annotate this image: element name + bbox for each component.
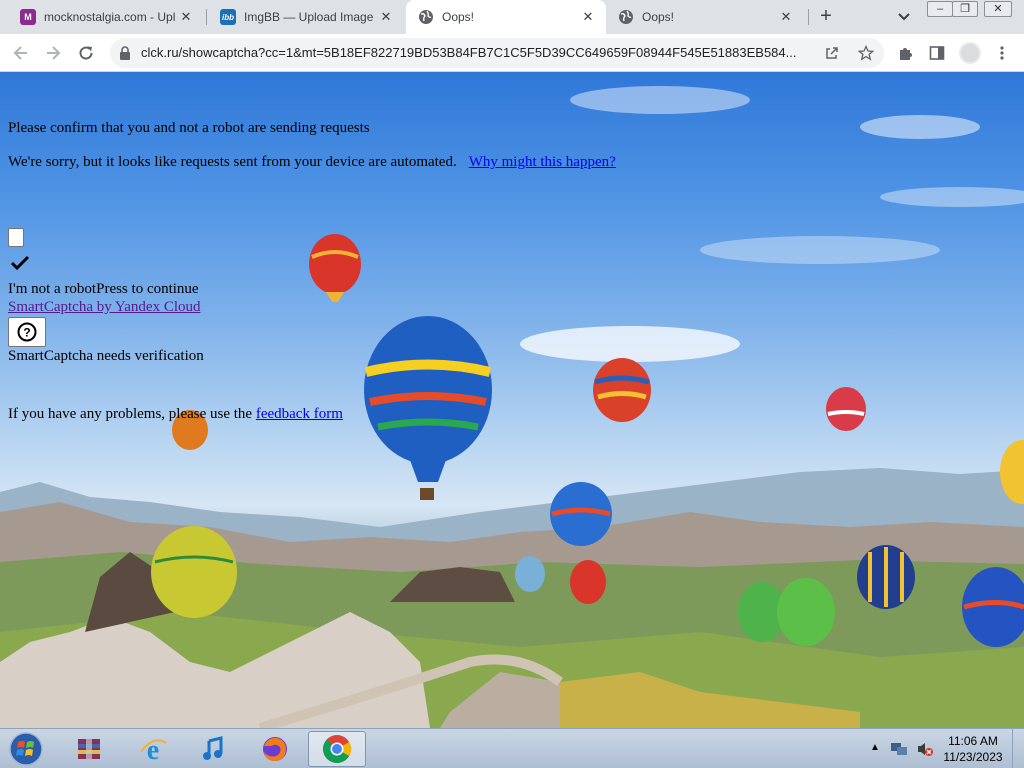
profile-avatar[interactable] — [959, 42, 981, 64]
smartcaptcha-yandex-link[interactable]: SmartCaptcha by Yandex Cloud — [8, 299, 201, 316]
windows-taskbar: e ▲ 11:06 AM 11/23/2023 — [0, 728, 1024, 768]
tab-separator — [206, 9, 207, 25]
svg-text:e: e — [147, 735, 159, 763]
tab-strip: M mocknostalgia.com - Upl ✕ ibb ImgBB — … — [0, 0, 1024, 34]
not-robot-checkbox[interactable] — [8, 228, 24, 247]
restore-icon[interactable]: ❐ — [952, 1, 978, 17]
extensions-puzzle-icon[interactable] — [893, 40, 919, 66]
minimize-icon[interactable]: ‒ — [927, 1, 953, 17]
winrar-icon[interactable] — [60, 731, 118, 767]
reload-icon[interactable] — [73, 40, 99, 66]
balloon — [309, 234, 361, 302]
clock-date: 11/23/2023 — [943, 750, 1003, 764]
clock-time: 11:06 AM — [948, 734, 998, 748]
network-icon[interactable] — [890, 741, 908, 757]
robot-label: I'm not a robotPress to continue — [8, 281, 199, 297]
tab-search-icon[interactable] — [894, 8, 914, 26]
feedback-form-link[interactable]: feedback form — [256, 406, 343, 422]
share-icon[interactable] — [822, 43, 842, 63]
address-bar[interactable]: clck.ru/showcaptcha?cc=1&mt=5B18EF822719… — [110, 38, 884, 68]
sorry-text: We're sorry, but it looks like requests … — [8, 154, 457, 170]
svg-text:?: ? — [23, 326, 30, 340]
tab-title: Oops! — [442, 10, 475, 24]
tab-separator — [808, 9, 809, 25]
firefox-icon[interactable] — [246, 731, 304, 767]
url-text[interactable]: clck.ru/showcaptcha?cc=1&mt=5B18EF822719… — [141, 45, 813, 60]
tab-close-icon[interactable]: ✕ — [378, 9, 394, 25]
globe-icon — [418, 9, 434, 25]
start-button[interactable] — [6, 731, 46, 767]
forward-icon[interactable] — [40, 40, 66, 66]
tab-close-icon[interactable]: ✕ — [580, 9, 596, 25]
tab-title: ImgBB — Upload Image — [244, 10, 374, 24]
tab-title: mocknostalgia.com - Upl — [44, 10, 176, 24]
lock-icon[interactable] — [119, 46, 131, 65]
tab-mocknostalgia[interactable]: M mocknostalgia.com - Upl ✕ — [8, 0, 204, 34]
tab-title: Oops! — [642, 10, 675, 24]
tab-oops-active[interactable]: Oops! ✕ — [406, 0, 606, 34]
problems-message: If you have any problems, please use the… — [8, 406, 343, 423]
problems-text: If you have any problems, please use the — [8, 406, 256, 422]
chrome-icon[interactable] — [308, 731, 366, 767]
new-tab-button[interactable]: + — [814, 6, 838, 28]
sorry-message: We're sorry, but it looks like requests … — [8, 154, 616, 171]
show-desktop-button[interactable] — [1012, 729, 1024, 768]
itunes-icon[interactable] — [184, 731, 242, 767]
tab-close-icon[interactable]: ✕ — [178, 9, 194, 25]
verification-text: SmartCaptcha needs verification — [8, 348, 204, 364]
confirm-heading: Please confirm that you and not a robot … — [8, 120, 370, 136]
help-button[interactable]: ? — [8, 317, 46, 347]
globe-icon — [618, 9, 634, 25]
volume-muted-icon[interactable] — [916, 741, 934, 757]
mocknostalgia-m-icon: M — [20, 9, 36, 25]
menu-kebab-icon[interactable] — [989, 40, 1015, 66]
back-icon[interactable] — [8, 40, 34, 66]
page-viewport: Please confirm that you and not a robot … — [0, 72, 1024, 728]
browser-toolbar: clck.ru/showcaptcha?cc=1&mt=5B18EF822719… — [0, 34, 1024, 72]
tab-oops[interactable]: Oops! ✕ — [606, 0, 804, 34]
internet-explorer-icon[interactable]: e — [124, 731, 182, 767]
tab-close-icon[interactable]: ✕ — [778, 9, 794, 25]
side-panel-icon[interactable] — [924, 40, 950, 66]
imgbb-icon: ibb — [220, 9, 236, 25]
tab-imgbb[interactable]: ibb ImgBB — Upload Image ✕ — [208, 0, 404, 34]
taskbar-clock[interactable]: 11:06 AM 11/23/2023 — [940, 733, 1006, 765]
why-might-this-happen-link[interactable]: Why might this happen? — [469, 154, 616, 170]
question-circle-icon: ? — [17, 322, 37, 342]
show-hidden-icons-arrow-icon[interactable]: ▲ — [870, 742, 880, 753]
checkmark-icon — [10, 254, 30, 272]
window-close-icon[interactable]: ✕ — [984, 1, 1012, 17]
bookmark-star-icon[interactable] — [856, 43, 876, 63]
